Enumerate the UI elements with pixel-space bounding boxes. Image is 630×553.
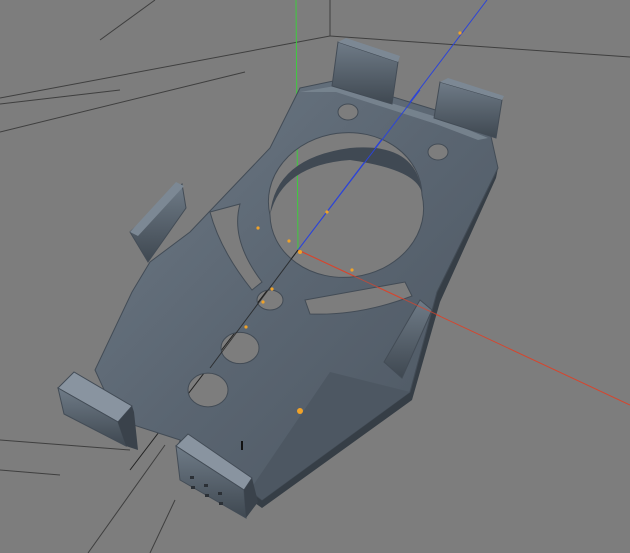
vertex-point-icon	[244, 325, 248, 329]
small-marker	[241, 441, 243, 450]
3d-viewport[interactable]	[0, 0, 630, 553]
vertex-point-icon	[325, 210, 329, 214]
vertex-point-icon	[256, 226, 260, 230]
mount-plate-model[interactable]	[57, 38, 504, 519]
world-origin-icon	[298, 250, 302, 254]
vertex-point-icon	[270, 287, 274, 291]
large-hole-rim	[270, 147, 422, 215]
vertex-point-icon	[458, 31, 462, 35]
vertex-point-icon	[287, 239, 291, 243]
vertex-point-icon	[350, 268, 354, 272]
viewport-canvas[interactable]	[0, 0, 630, 553]
object-pivot-icon	[297, 408, 303, 414]
vertex-point-icon	[261, 300, 265, 304]
